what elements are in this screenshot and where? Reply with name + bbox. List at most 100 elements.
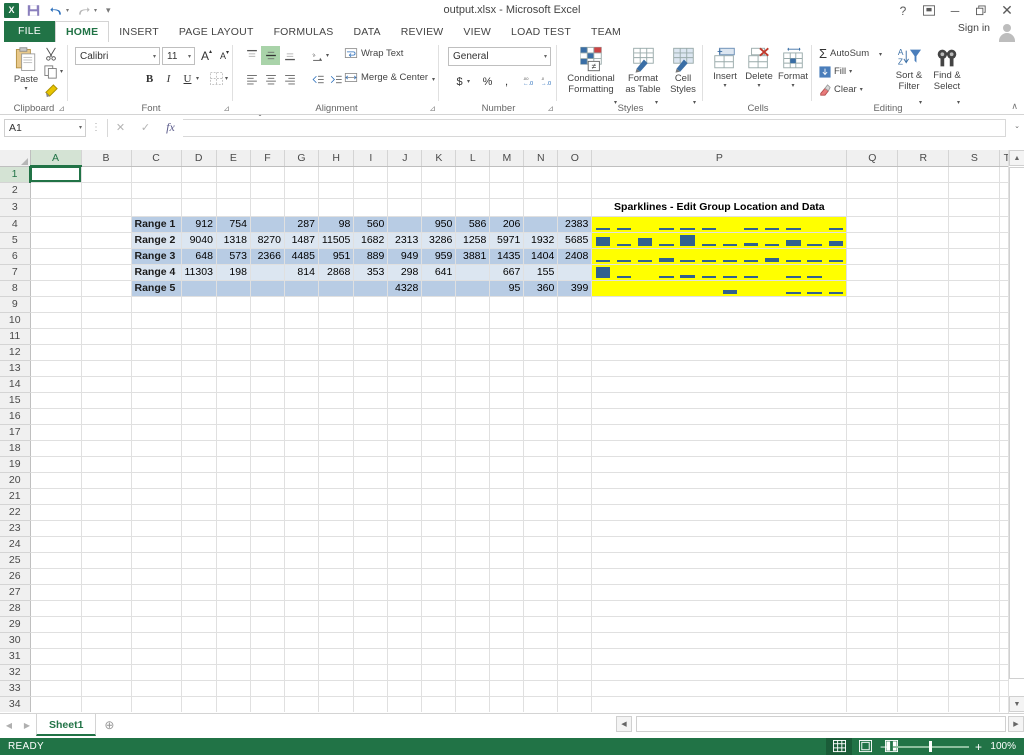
cell-H32[interactable] [318, 664, 355, 681]
cell-R19[interactable] [897, 456, 950, 473]
cell-O19[interactable] [557, 456, 593, 473]
cell-Q31[interactable] [846, 648, 899, 665]
cell-N21[interactable] [523, 488, 559, 505]
cell-J3[interactable] [387, 198, 423, 217]
cell-K26[interactable] [421, 568, 457, 585]
cell-L12[interactable] [455, 344, 491, 361]
cell-B17[interactable] [81, 424, 132, 441]
fill-dropdown-icon[interactable]: ▾ [849, 68, 852, 75]
cell-G25[interactable] [284, 552, 319, 569]
cell-J29[interactable] [387, 616, 423, 633]
cell-L15[interactable] [455, 392, 491, 409]
cell-G1[interactable] [284, 166, 319, 183]
cell-A24[interactable] [30, 536, 82, 553]
cell-P23[interactable] [591, 520, 848, 537]
scroll-up-button[interactable]: ▲ [1009, 150, 1024, 166]
cell-N27[interactable] [523, 584, 559, 601]
cell-C28[interactable] [131, 600, 182, 617]
scroll-left-button[interactable]: ◀ [616, 716, 632, 732]
format-cells-button[interactable]: Format ▾ [777, 46, 809, 89]
cell-O23[interactable] [557, 520, 593, 537]
cell-A17[interactable] [30, 424, 82, 441]
cell-H33[interactable] [318, 680, 355, 697]
cell-P29[interactable] [591, 616, 848, 633]
cell-O25[interactable] [557, 552, 593, 569]
cell-M21[interactable] [489, 488, 525, 505]
cell-M18[interactable] [489, 440, 525, 457]
cell-S6[interactable] [948, 248, 1001, 265]
cell-H31[interactable] [318, 648, 355, 665]
cell-G27[interactable] [284, 584, 319, 601]
cell-J17[interactable] [387, 424, 423, 441]
cell-O33[interactable] [557, 680, 593, 697]
cell-M33[interactable] [489, 680, 525, 697]
row-header-27[interactable]: 27 [0, 584, 31, 601]
cell-K31[interactable] [421, 648, 457, 665]
cell-L28[interactable] [455, 600, 491, 617]
cell-G6[interactable]: 4485 [284, 248, 319, 265]
alignment-dialog-launcher[interactable]: ⊿ [429, 104, 436, 113]
cell-S26[interactable] [948, 568, 1001, 585]
cell-A30[interactable] [30, 632, 82, 649]
cell-C12[interactable] [131, 344, 182, 361]
cell-G34[interactable] [284, 696, 319, 712]
cell-G5[interactable]: 1487 [284, 232, 319, 249]
cell-F34[interactable] [250, 696, 285, 712]
column-header-O[interactable]: O [557, 150, 593, 167]
cell-M13[interactable] [489, 360, 525, 377]
cell-B33[interactable] [81, 680, 132, 697]
row-header-12[interactable]: 12 [0, 344, 31, 361]
cell-C18[interactable] [131, 440, 182, 457]
cell-M11[interactable] [489, 328, 525, 345]
cell-N10[interactable] [523, 312, 559, 329]
cell-C22[interactable] [131, 504, 182, 521]
cell-L34[interactable] [455, 696, 491, 712]
grow-font-button[interactable]: A ▴ [197, 46, 216, 65]
cell-A6[interactable] [30, 248, 82, 265]
cell-C17[interactable] [131, 424, 182, 441]
cell-A22[interactable] [30, 504, 82, 521]
cell-I28[interactable] [353, 600, 389, 617]
cell-J8[interactable]: 4328 [387, 280, 423, 297]
currency-dropdown-icon[interactable]: ▾ [467, 78, 470, 85]
row-header-31[interactable]: 31 [0, 648, 31, 665]
cell-E33[interactable] [216, 680, 251, 697]
cell-A4[interactable] [30, 216, 82, 233]
row-header-24[interactable]: 24 [0, 536, 31, 553]
cell-L7[interactable] [455, 264, 491, 281]
cell-D19[interactable] [181, 456, 217, 473]
cell-H16[interactable] [318, 408, 355, 425]
cell-K18[interactable] [421, 440, 457, 457]
cell-S18[interactable] [948, 440, 1001, 457]
copy-icon[interactable] [42, 64, 60, 80]
cell-R17[interactable] [897, 424, 950, 441]
cell-S12[interactable] [948, 344, 1001, 361]
cell-I13[interactable] [353, 360, 389, 377]
undo-dropdown-icon[interactable]: ▾ [66, 7, 69, 14]
cell-H9[interactable] [318, 296, 355, 313]
column-header-J[interactable]: J [387, 150, 423, 167]
cell-A32[interactable] [30, 664, 82, 681]
cell-R3[interactable] [897, 198, 950, 217]
cell-L20[interactable] [455, 472, 491, 489]
cell-L2[interactable] [455, 182, 491, 199]
row-header-8[interactable]: 8 [0, 280, 31, 297]
cell-N14[interactable] [523, 376, 559, 393]
cell-H12[interactable] [318, 344, 355, 361]
cell-I26[interactable] [353, 568, 389, 585]
cell-O12[interactable] [557, 344, 593, 361]
cell-Q32[interactable] [846, 664, 899, 681]
cell-R12[interactable] [897, 344, 950, 361]
cell-D26[interactable] [181, 568, 217, 585]
cell-B5[interactable] [81, 232, 132, 249]
cell-C1[interactable] [131, 166, 182, 183]
cell-K33[interactable] [421, 680, 457, 697]
row-header-29[interactable]: 29 [0, 616, 31, 633]
row-header-6[interactable]: 6 [0, 248, 31, 265]
cell-F6[interactable]: 2366 [250, 248, 285, 265]
increase-indent-icon[interactable] [326, 70, 345, 89]
cell-H25[interactable] [318, 552, 355, 569]
cell-I25[interactable] [353, 552, 389, 569]
column-header-C[interactable]: C [131, 150, 182, 167]
cell-I5[interactable]: 1682 [353, 232, 389, 249]
